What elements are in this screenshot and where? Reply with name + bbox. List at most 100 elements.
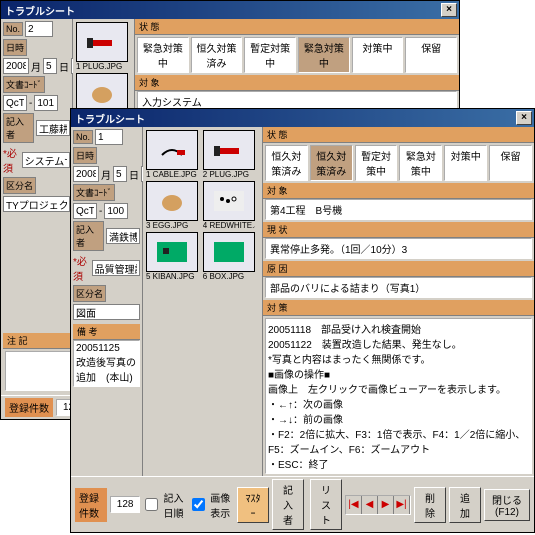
plug-icon (87, 32, 117, 52)
recorder-input[interactable] (106, 228, 140, 244)
left-pane-2: No. 日時 月日 文書ｺｰﾄﾞ - 記入者 *必須 区分名 備 考 20051… (71, 127, 143, 476)
cable-icon (157, 140, 187, 160)
year-input[interactable] (73, 166, 99, 182)
required-label: *必須 (73, 253, 90, 283)
no-input[interactable] (95, 129, 123, 145)
delete-button[interactable]: 削除 (414, 487, 446, 523)
status-opt-3[interactable]: 対策中 (444, 145, 487, 181)
status-opt-4[interactable]: 保留 (489, 145, 532, 181)
recorder-label: 記入者 (3, 113, 34, 143)
doc-pre-input[interactable] (3, 95, 27, 111)
sys-input[interactable] (22, 152, 70, 168)
writer-button[interactable]: 記入者 (272, 479, 304, 530)
status-opt-1[interactable]: 暫定対策中 (244, 37, 296, 73)
thumb-pane-2: 1 CABLE.JPG 2 PLUG.JPG 3 EGG.JPG 4 REDWH… (143, 127, 263, 476)
egg-icon (87, 83, 117, 103)
thumb-item[interactable]: 6 BOX.JPG (203, 232, 255, 281)
symptom-content-2[interactable]: 異常停止多発。（1回／10分）3 (265, 238, 532, 259)
titlebar-1: トラブルシート × (1, 1, 459, 19)
date-label: 日時 (73, 147, 97, 164)
status-opt-3[interactable]: 対策中 (352, 37, 404, 73)
date-label: 日時 (3, 39, 27, 56)
doc-label: 文書ｺｰﾄﾞ (3, 76, 45, 93)
add-button[interactable]: 追加 (449, 487, 481, 523)
target-header: 対 象 (135, 75, 459, 91)
thumb-item[interactable]: 3 EGG.JPG (146, 181, 198, 230)
right-pane-2: 状 態 恒久対策済み 恒久対策済み 暫定対策中 緊急対策中 対策中 保留 対 象… (263, 127, 534, 476)
doc-pre-input[interactable] (73, 203, 97, 219)
box-icon (214, 242, 244, 262)
date-order-label: 記入日順 (163, 490, 187, 520)
close-button[interactable]: 閉じる(F12) (484, 489, 530, 521)
month-unit: 月 (31, 59, 41, 74)
status-opt-0[interactable]: 恒久対策済み (191, 37, 243, 73)
doc-label: 文書ｺｰﾄﾞ (73, 184, 115, 201)
recorder-label: 記入者 (73, 221, 104, 251)
status-current[interactable]: 緊急対策中 (137, 37, 189, 73)
symptom-header-2: 現 状 (263, 222, 534, 238)
category-input[interactable] (3, 196, 70, 212)
pcb-icon (157, 242, 187, 262)
status-header-2: 状 態 (263, 127, 534, 143)
cause-header: 原 因 (263, 261, 534, 277)
title-1: トラブルシート (5, 3, 439, 18)
category-label: 区分名 (3, 177, 36, 194)
image-show-label: 画像表示 (210, 490, 234, 520)
action-header: 対 策 (263, 300, 534, 316)
go-icon (214, 191, 244, 211)
target-content-2[interactable]: 第4工程 B号機 (265, 199, 532, 220)
nav-prev-icon[interactable]: ◀ (362, 496, 378, 514)
master-button[interactable]: ﾏｽﾀｰ (237, 487, 269, 523)
nav-last-icon[interactable]: ▶| (394, 496, 410, 514)
thumb-item[interactable]: 1 CABLE.JPG (146, 130, 198, 179)
no-label: No. (3, 22, 23, 36)
status-header: 状 態 (135, 19, 459, 35)
category-input[interactable] (73, 304, 140, 320)
status-opt-0[interactable]: 恒久対策済み (310, 145, 353, 181)
no-label: No. (73, 130, 93, 144)
egg-icon (157, 191, 187, 211)
nav-first-icon[interactable]: |◀ (346, 496, 362, 514)
status-opt-2[interactable]: 緊急対策中 (399, 145, 442, 181)
day-unit: 日 (59, 59, 69, 74)
status-opt-1[interactable]: 暫定対策中 (355, 145, 398, 181)
nav-group: |◀ ◀ ▶ ▶| (345, 495, 411, 515)
nav-next-icon[interactable]: ▶ (378, 496, 394, 514)
doc-suf-input[interactable] (104, 203, 128, 219)
status-opt-2[interactable]: 緊急対策中 (298, 37, 350, 73)
cause-content[interactable]: 部品のバリによる詰まり（写真1） (265, 277, 532, 298)
count-value-2: 128 (110, 496, 141, 513)
title-2: トラブルシート (75, 111, 514, 126)
toolbar-2: 登録件数 128 記入日順 画像表示 ﾏｽﾀｰ 記入者 リスト |◀ ◀ ▶ ▶… (71, 476, 534, 532)
window-front: トラブルシート × No. 日時 月日 文書ｺｰﾄﾞ - 記入者 *必須 区分名… (70, 108, 535, 533)
left-pane-1: No. 日時 月日 文書ｺｰﾄﾞ - 記入者 *必須 区分名 (1, 19, 73, 331)
doc-suf-input[interactable] (34, 95, 58, 111)
required-label: *必須 (3, 145, 20, 175)
sys-input[interactable] (92, 260, 140, 276)
titlebar-2: トラブルシート × (71, 109, 534, 127)
recorder-input[interactable] (36, 120, 70, 136)
action-content[interactable]: 20051118 部品受け入れ検査開始 20051122 装置改造した結果、発生… (265, 318, 532, 474)
month-input[interactable] (43, 58, 57, 74)
thumb-item[interactable]: 5 KIBAN.JPG (146, 232, 198, 281)
thumb-item[interactable]: 1 PLUG.JPG (76, 22, 128, 71)
memo-text-2[interactable]: 20051125改造後写真の追加 (本山) (73, 340, 140, 387)
category-label: 区分名 (73, 285, 106, 302)
close-icon[interactable]: × (516, 111, 532, 125)
date-order-checkbox[interactable] (145, 498, 158, 511)
status-current[interactable]: 恒久対策済み (265, 145, 308, 181)
year-input[interactable] (3, 58, 29, 74)
month-input[interactable] (113, 166, 127, 182)
count-label-2: 登録件数 (75, 488, 107, 522)
thumb-item[interactable]: 2 PLUG.JPG (203, 130, 255, 179)
no-input[interactable] (25, 21, 53, 37)
image-show-checkbox[interactable] (192, 498, 205, 511)
memo-header-2: 備 考 (73, 324, 140, 340)
thumb-item[interactable]: 4 REDWHITE.JP (203, 181, 255, 230)
list-button[interactable]: リスト (310, 479, 342, 530)
target-header-2: 対 象 (263, 183, 534, 199)
plug-icon (214, 140, 244, 160)
count-label-1: 登録件数 (5, 398, 53, 417)
status-opt-4[interactable]: 保留 (405, 37, 457, 73)
close-icon[interactable]: × (441, 3, 457, 17)
